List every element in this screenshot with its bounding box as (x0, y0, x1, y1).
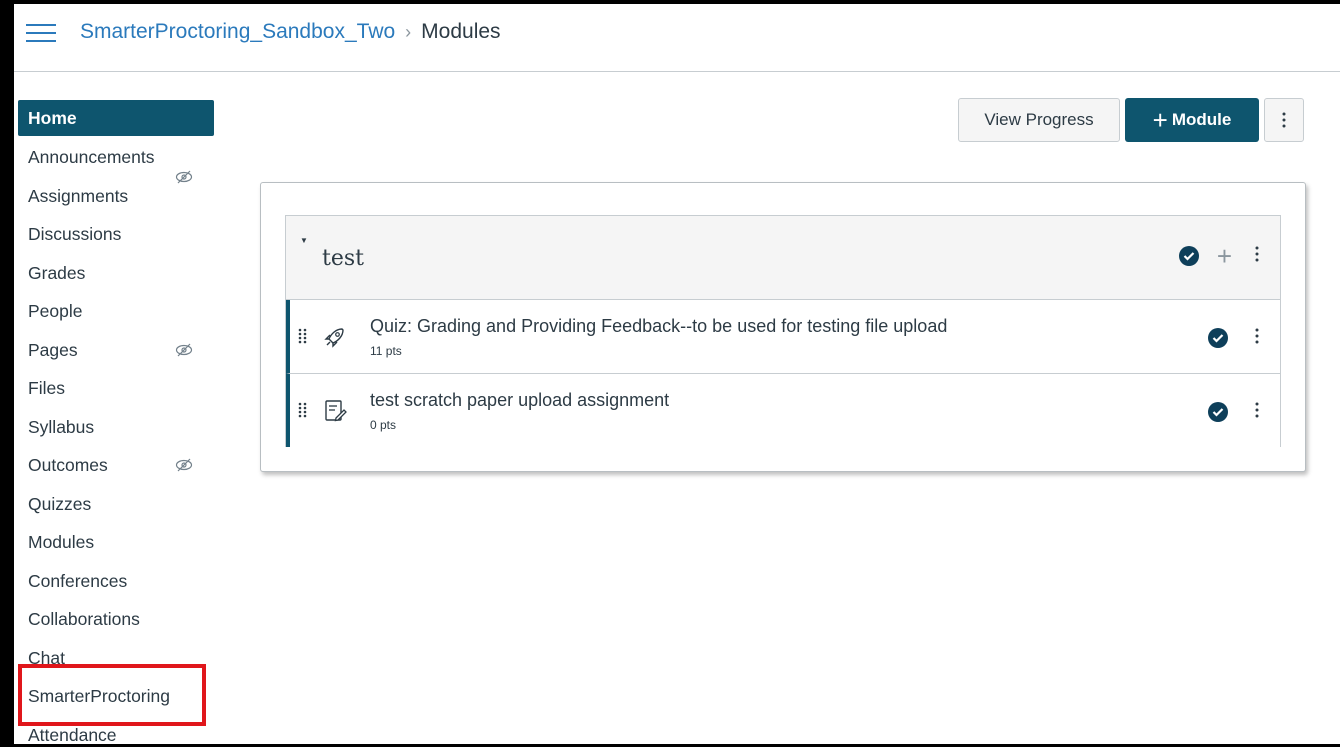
highlight-annotation (18, 664, 206, 726)
sidebar-item-assignments[interactable]: Assignments (18, 170, 218, 216)
breadcrumb-course-link[interactable]: SmarterProctoring_Sandbox_Two (80, 20, 395, 44)
assignment-icon (322, 398, 348, 424)
sidebar-item-quizzes[interactable]: Quizzes (18, 485, 218, 524)
kebab-icon (1282, 112, 1286, 128)
published-check-icon[interactable] (1178, 246, 1199, 266)
eye-slash-icon (175, 331, 197, 369)
module-item-points: 0 pts (370, 418, 397, 432)
view-progress-button[interactable]: View Progress (958, 98, 1120, 142)
breadcrumb-current-page: Modules (421, 20, 501, 43)
add-module-button[interactable]: + Module (1125, 98, 1259, 142)
sidebar-item-conferences[interactable]: Conferences (18, 562, 218, 601)
sidebar-item-outcomes[interactable]: Outcomes (18, 446, 218, 485)
module-item-points: 11 pts (370, 344, 402, 358)
sidebar-item-home[interactable]: Home (18, 100, 214, 136)
add-item-icon[interactable]: + (1217, 243, 1232, 269)
sidebar-item-label: Pages (28, 339, 78, 360)
plus-icon: + (1152, 105, 1168, 135)
sidebar-item-grades[interactable]: Grades (18, 254, 218, 293)
module-item-title[interactable]: Quiz: Grading and Providing Feedback--to… (370, 316, 947, 337)
module-kebab-icon[interactable] (1250, 246, 1264, 266)
module-title: test (322, 246, 364, 271)
sidebar-item-syllabus[interactable]: Syllabus (18, 408, 218, 447)
module-item[interactable]: test scratch paper upload assignment 0 p… (286, 374, 1280, 447)
sidebar-item-people[interactable]: People (18, 292, 218, 331)
sidebar-item-discussions[interactable]: Discussions (18, 215, 218, 254)
drag-handle-icon[interactable] (298, 328, 308, 349)
sidebar-item-modules[interactable]: Modules (18, 523, 218, 562)
sidebar-item-collaborations[interactable]: Collaborations (18, 600, 218, 639)
module-item[interactable]: Quiz: Grading and Providing Feedback--to… (286, 300, 1280, 374)
hamburger-menu-icon[interactable] (26, 24, 56, 44)
collapse-arrow-icon[interactable]: ▼ (300, 236, 308, 245)
sidebar-item-pages[interactable]: Pages (18, 331, 218, 370)
breadcrumb: SmarterProctoring_Sandbox_Two › Modules (80, 20, 501, 44)
published-check-icon[interactable] (1208, 328, 1228, 348)
published-check-icon[interactable] (1208, 402, 1228, 422)
drag-handle-icon[interactable] (298, 402, 308, 423)
course-header: SmarterProctoring_Sandbox_Two › Modules (14, 4, 1340, 72)
eye-slash-icon (175, 446, 197, 484)
sidebar-item-label: Assignments (28, 185, 129, 206)
item-kebab-icon[interactable] (1250, 402, 1264, 422)
module-container: ▼ test + Quiz: Grading and Providing Fee… (285, 215, 1281, 447)
eye-slash-icon (175, 158, 197, 196)
sidebar-item-files[interactable]: Files (18, 369, 218, 408)
rocket-icon (322, 324, 348, 350)
more-options-button[interactable] (1264, 98, 1304, 142)
module-header[interactable]: ▼ test + (286, 216, 1280, 300)
course-navigation: Home Announcements Assignments Discussio… (18, 100, 218, 744)
module-item-title[interactable]: test scratch paper upload assignment (370, 390, 669, 411)
app-window: SmarterProctoring_Sandbox_Two › Modules … (14, 4, 1340, 744)
breadcrumb-separator: › (405, 21, 412, 42)
sidebar-item-label: Outcomes (28, 455, 108, 475)
add-module-label: Module (1171, 110, 1232, 129)
modules-panel: ▼ test + Quiz: Grading and Providing Fee… (260, 182, 1306, 472)
item-kebab-icon[interactable] (1250, 328, 1264, 348)
